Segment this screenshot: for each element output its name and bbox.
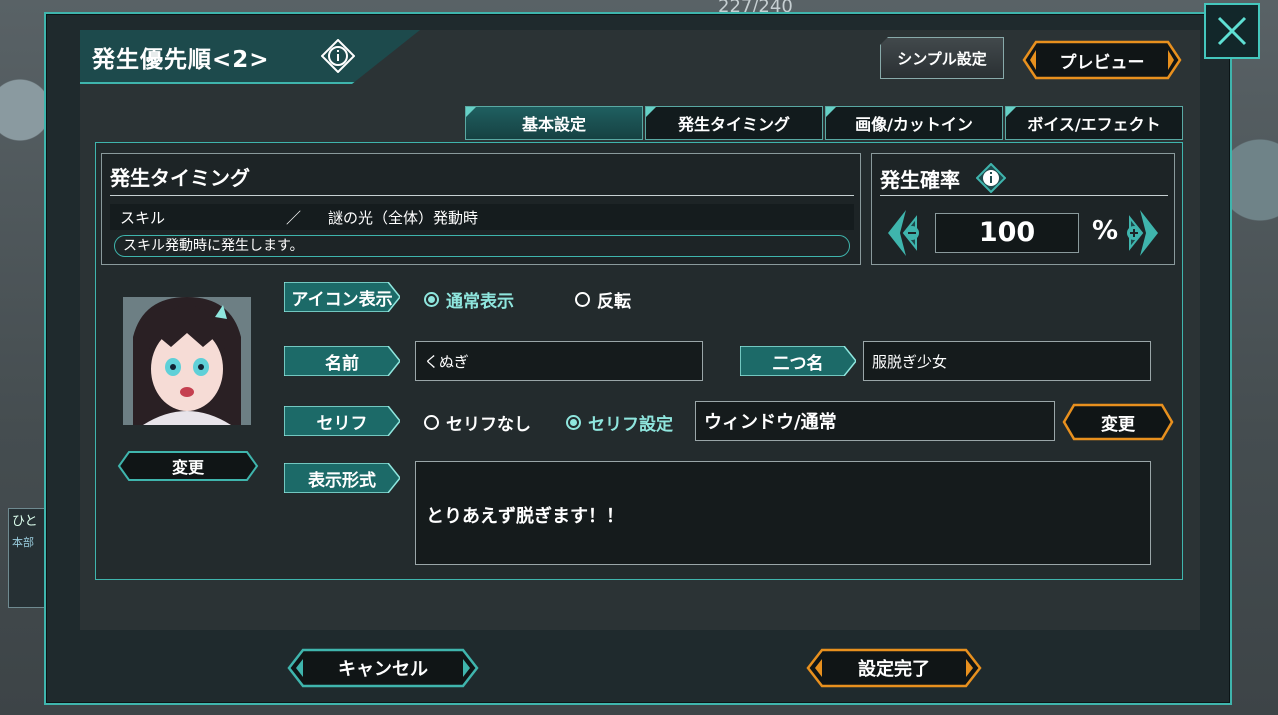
radio-flip-display[interactable]: 反転 [575, 287, 631, 312]
dialogue-label: セリフ [284, 406, 400, 436]
radio-dot-selected [424, 292, 439, 307]
dialogue-text-field[interactable]: とりあえず脱ぎます！！ [415, 461, 1151, 565]
modal-title: 発生優先順<2> [92, 47, 270, 73]
radio-dot [575, 292, 590, 307]
character-portrait [123, 297, 251, 425]
alias-label: 二つ名 [740, 346, 856, 376]
tab-bar: 基本設定 発生タイミング 画像/カットイン ボイス/エフェクト [465, 106, 1183, 140]
timing-separator: ／ [286, 209, 302, 227]
name-field[interactable]: くぬぎ [415, 341, 703, 381]
timing-description: スキル発動時に発生します。 [114, 235, 850, 257]
tab-voice-effect[interactable]: ボイス/エフェクト [1005, 106, 1183, 140]
display-format-label: 表示形式 [284, 463, 400, 493]
confirm-button[interactable]: 設定完了 [806, 648, 982, 688]
tab-timing[interactable]: 発生タイミング [645, 106, 823, 140]
preview-button[interactable]: プレビュー [1022, 40, 1182, 80]
plus-arrow-icon[interactable] [1124, 208, 1164, 258]
background-left-sublabel: 本部 [12, 536, 34, 549]
alias-field[interactable]: 服脱ぎ少女 [863, 341, 1151, 381]
minus-arrow-icon[interactable] [882, 208, 922, 258]
timing-divider [110, 195, 854, 196]
radio-set-dialogue[interactable]: セリフ設定 [566, 410, 673, 435]
tab-basic-settings[interactable]: 基本設定 [465, 106, 643, 140]
close-button[interactable] [1204, 3, 1260, 59]
timing-condition: 謎の光（全体）発動時 [328, 209, 479, 227]
window-style-field: ウィンドウ/通常 [695, 401, 1055, 441]
radio-normal-display[interactable]: 通常表示 [424, 287, 514, 312]
timing-type: スキル [120, 209, 166, 227]
probability-title: 発生確率 [880, 168, 960, 192]
info-diamond-icon[interactable] [976, 163, 1006, 193]
simple-settings-button[interactable]: シンプル設定 [880, 37, 1004, 79]
change-window-style-button[interactable]: 変更 [1062, 403, 1174, 441]
probability-value[interactable]: 100 [935, 213, 1079, 253]
close-x-icon [1217, 16, 1247, 46]
change-portrait-button[interactable]: 変更 [117, 450, 259, 482]
radio-no-dialogue[interactable]: セリフなし [424, 410, 531, 435]
info-diamond-icon[interactable] [321, 39, 355, 73]
probability-unit: % [1092, 216, 1119, 246]
probability-section: 発生確率 100 % [871, 153, 1175, 265]
cancel-button[interactable]: キャンセル [287, 648, 479, 688]
radio-dot-selected [566, 415, 581, 430]
timing-section: 発生タイミング スキル ／ 謎の光（全体）発動時 スキル発動時に発生します。 [101, 153, 861, 265]
probability-divider [880, 195, 1168, 196]
name-label: 名前 [284, 346, 400, 376]
timing-title: 発生タイミング [110, 166, 250, 190]
radio-dot [424, 415, 439, 430]
tab-image-cutin[interactable]: 画像/カットイン [825, 106, 1003, 140]
icon-display-label: アイコン表示 [284, 282, 400, 312]
background-left-label: ひと [12, 514, 38, 529]
timing-row: スキル ／ 謎の光（全体）発動時 [110, 204, 854, 230]
